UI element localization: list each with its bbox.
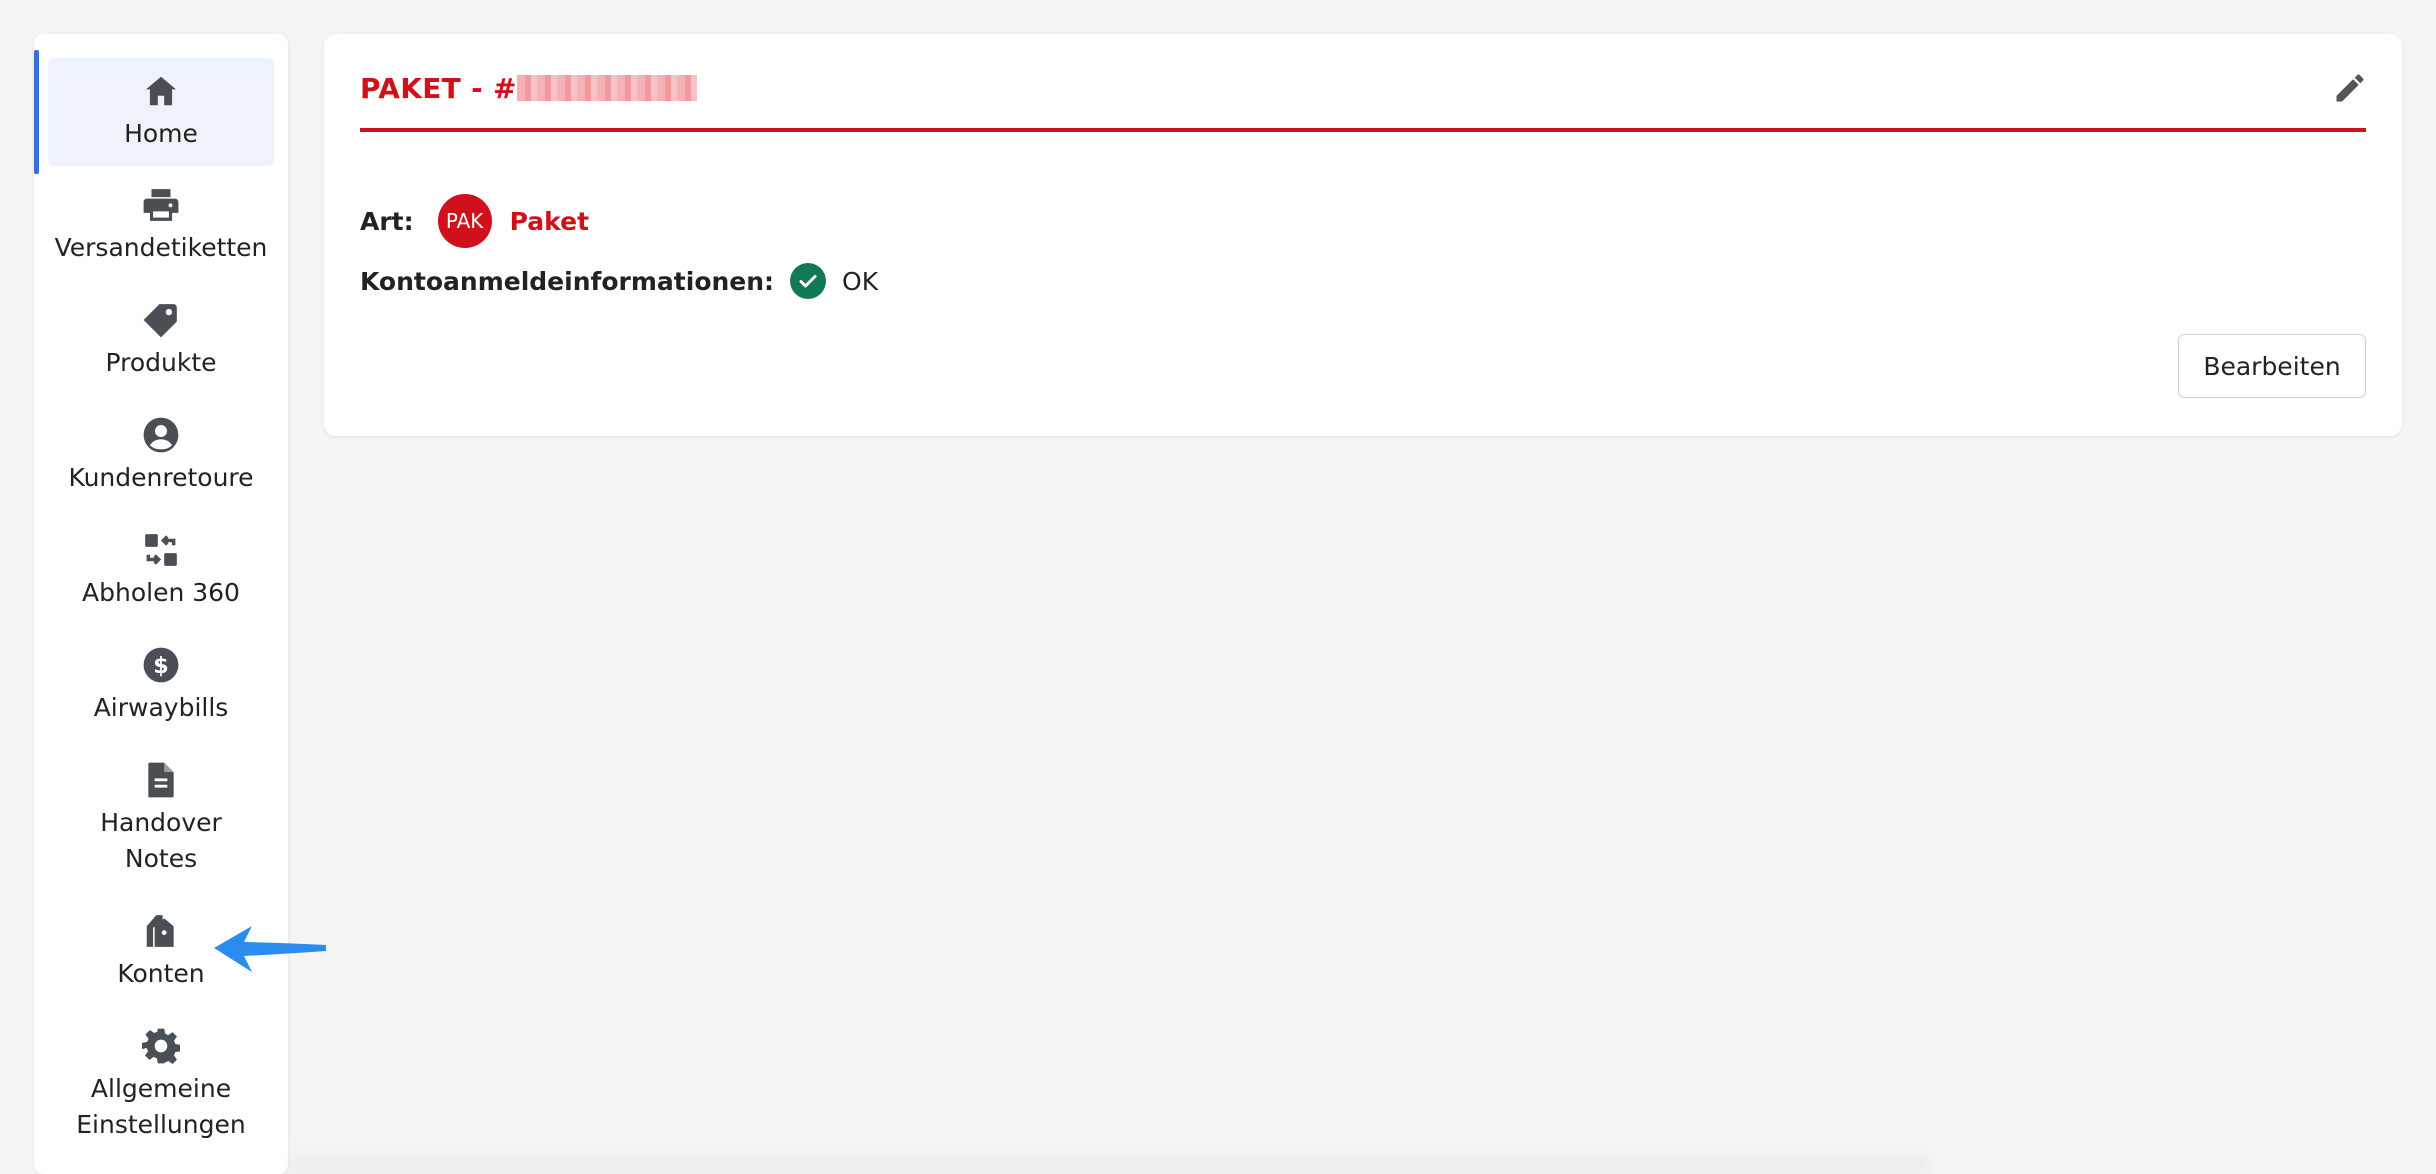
- sidebar-item-label: Handover Notes: [100, 808, 222, 873]
- gear-icon: [142, 1027, 180, 1065]
- document-icon: [142, 761, 180, 799]
- type-badge: PAK: [437, 194, 492, 248]
- credentials-row: Kontoanmeldeinformationen: OK: [360, 263, 878, 299]
- sidebar-item-allgemeine-einstellungen[interactable]: Allgemeine Einstellungen: [34, 1027, 288, 1143]
- sidebar: Home Versandetiketten Produkte Kundenret…: [34, 34, 288, 1174]
- active-indicator: [34, 50, 39, 174]
- sidebar-item-kundenretoure[interactable]: Kundenretoure: [34, 416, 288, 496]
- title-divider: [360, 128, 2366, 132]
- sidebar-item-label: Allgemeine Einstellungen: [76, 1074, 246, 1139]
- tags-icon: [142, 912, 180, 950]
- package-card: PAKET - # Art: PAK Paket Kontoanmeldeinf…: [324, 34, 2402, 436]
- type-label: Art:: [360, 206, 414, 236]
- sidebar-item-abholen-360[interactable]: Abholen 360: [34, 531, 288, 611]
- sidebar-item-label: Produkte: [105, 348, 217, 377]
- dollar-icon: $: [142, 646, 180, 684]
- user-circle-icon: [142, 416, 180, 454]
- sidebar-item-produkte[interactable]: Produkte: [34, 301, 288, 381]
- svg-text:$: $: [153, 653, 168, 679]
- sidebar-item-handover-notes[interactable]: Handover Notes: [34, 761, 288, 877]
- bottom-shadow: [290, 1144, 1930, 1174]
- sidebar-item-home[interactable]: Home: [34, 50, 288, 174]
- pencil-icon[interactable]: [2332, 70, 2368, 106]
- sidebar-item-label: Abholen 360: [82, 578, 240, 607]
- check-circle-icon: [790, 263, 827, 299]
- tag-icon: [142, 301, 180, 339]
- sidebar-item-versandetiketten[interactable]: Versandetiketten: [34, 186, 288, 266]
- type-row: Art: PAK Paket: [360, 194, 589, 248]
- edit-button[interactable]: Bearbeiten: [2178, 334, 2366, 398]
- sidebar-item-label: Versandetiketten: [54, 233, 268, 262]
- credentials-label: Kontoanmeldeinformationen:: [360, 266, 775, 296]
- type-value: Paket: [509, 206, 590, 236]
- redacted-package-id: [516, 75, 697, 101]
- home-icon: [142, 72, 180, 110]
- printer-icon: [142, 186, 180, 224]
- sidebar-item-label: Airwaybills: [93, 693, 229, 722]
- sidebar-item-airwaybills[interactable]: $ Airwaybills: [34, 646, 288, 726]
- sidebar-item-label: Kundenretoure: [68, 463, 254, 492]
- swap-icon: [142, 531, 180, 569]
- sidebar-item-label: Home: [124, 119, 198, 148]
- page-title: PAKET - #: [360, 72, 697, 105]
- title-prefix: PAKET - #: [360, 72, 517, 105]
- pointer-arrow-icon: [214, 926, 326, 972]
- credentials-status: OK: [842, 266, 879, 296]
